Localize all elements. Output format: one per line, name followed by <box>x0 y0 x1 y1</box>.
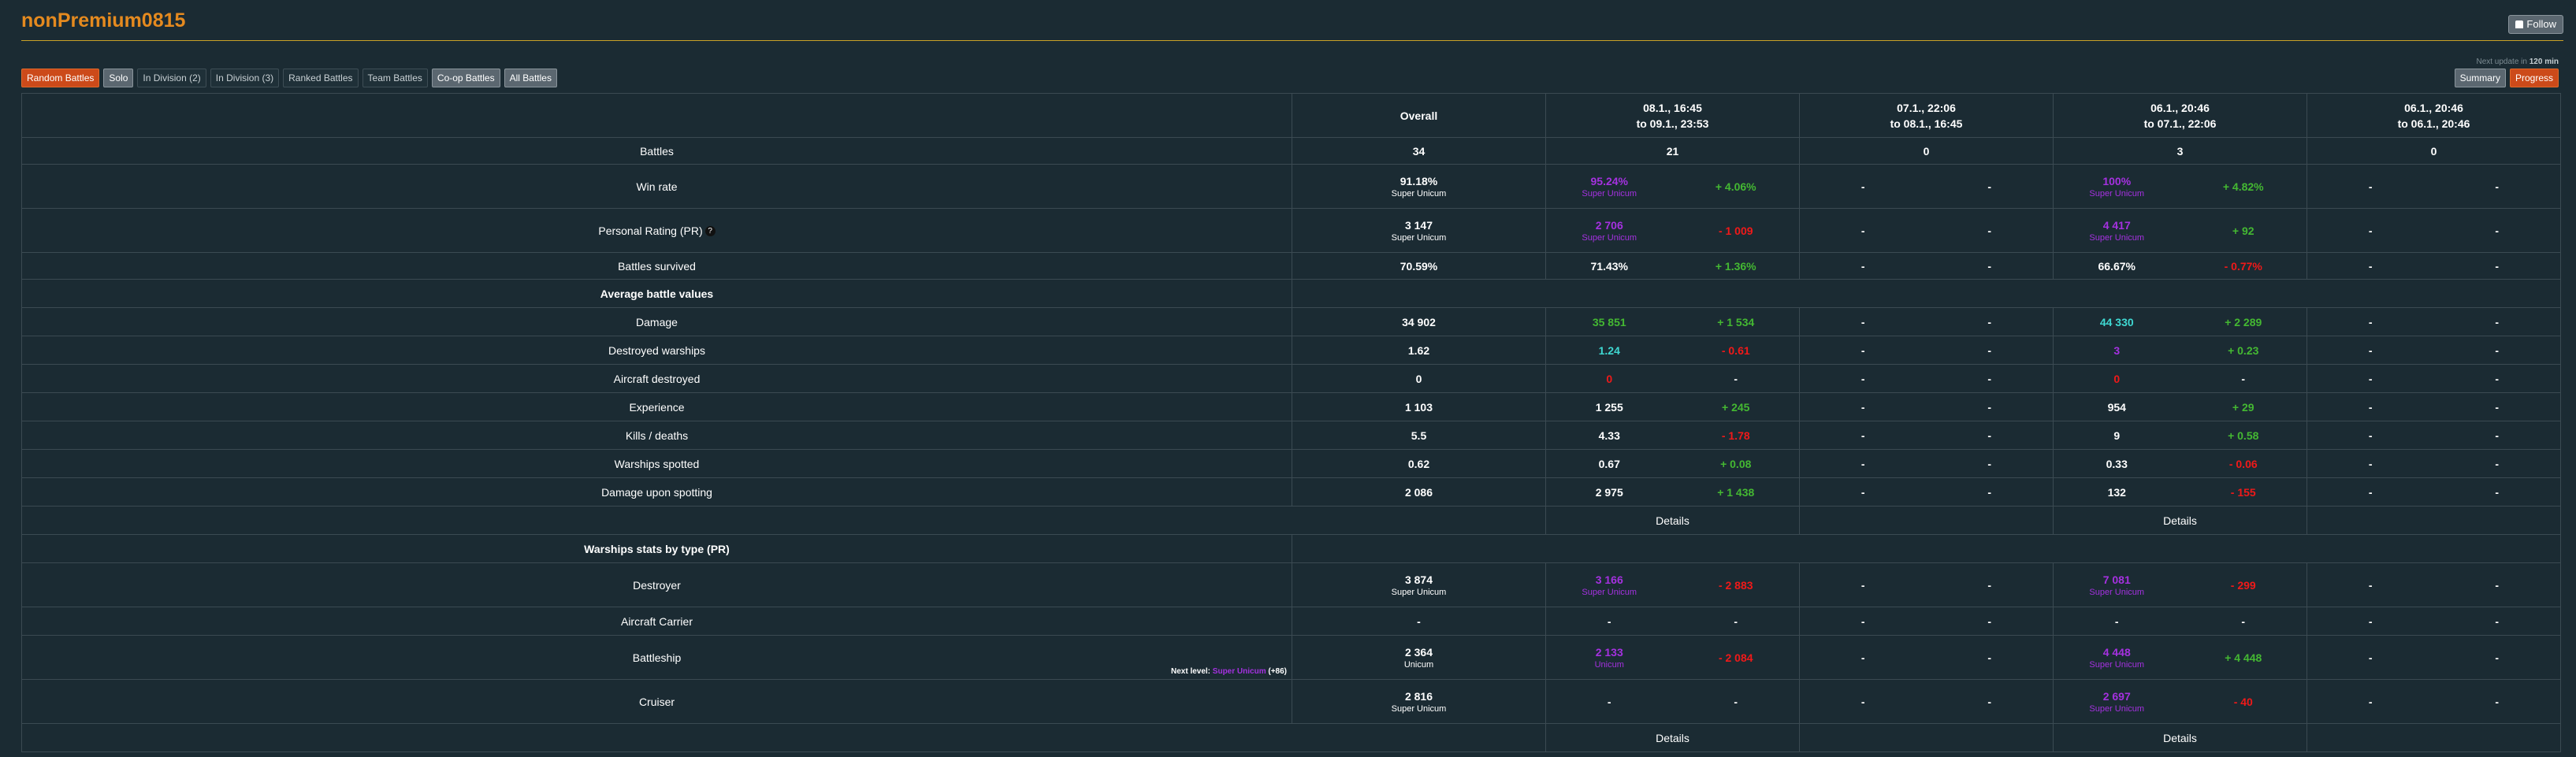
follow-button[interactable]: Follow <box>2508 15 2563 34</box>
row-details-2: Details Details <box>21 723 2561 752</box>
row-spotted: Warships spotted 0.62 0.67 + 0.08 -- 0.33… <box>21 449 2561 478</box>
col-overall: Overall <box>1292 93 1546 138</box>
filter-team-battles[interactable]: Team Battles <box>362 69 428 87</box>
details-link-types-period-1[interactable]: Details <box>1545 723 1800 752</box>
header-row: Overall 08.1., 16:45 to 09.1., 23:53 07.1… <box>21 93 2561 138</box>
filter-solo[interactable]: Solo <box>103 69 134 87</box>
details-link-period-1[interactable]: Details <box>1545 506 1800 535</box>
filter-all-battles[interactable]: All Battles <box>504 69 557 87</box>
details-link-types-period-3[interactable]: Details <box>2053 723 2307 752</box>
row-personal-rating: Personal Rating (PR)? 3 147 Super Unicum … <box>21 208 2561 253</box>
filter-random-battles[interactable]: Random Battles <box>21 69 100 87</box>
user-plus-icon <box>2515 20 2524 28</box>
row-survived: Battles survived 70.59% 71.43% + 1.36% --… <box>21 252 2561 280</box>
col-period-3: 06.1., 20:46 to 07.1., 22:06 <box>2053 93 2307 138</box>
row-winrate: Win rate 91.18% Super Unicum 95.24% Super … <box>21 164 2561 209</box>
col-period-2: 07.1., 22:06 to 08.1., 16:45 <box>1799 93 2054 138</box>
tab-summary[interactable]: Summary <box>2454 69 2506 87</box>
row-aircraft-carrier: Aircraft Carrier - -- -- -- -- <box>21 607 2561 636</box>
filter-division-2[interactable]: In Division (2) <box>137 69 206 87</box>
row-kills-deaths: Kills / deaths 5.5 4.33- 1.78 -- 9 + 0.58… <box>21 421 2561 450</box>
row-destroyer: Destroyer 3 874 Super Unicum 3 166 Super U… <box>21 562 2561 607</box>
page-title: nonPremium0815 <box>21 9 186 32</box>
tab-progress[interactable]: Progress <box>2509 69 2559 87</box>
row-damage-spotting: Damage upon spotting 2 086 2 975 + 1 438 … <box>21 477 2561 507</box>
section-average-values: Average battle values <box>21 279 2561 308</box>
follow-label: Follow <box>2526 18 2556 30</box>
row-cruiser: Cruiser 2 816 Super Unicum -- -- 2 697 Sup… <box>21 679 2561 724</box>
col-period-1: 08.1., 16:45 to 09.1., 23:53 <box>1545 93 1800 138</box>
next-level-note: Next level: Super Unicum (+86) <box>1170 667 1287 676</box>
title-divider <box>21 40 2563 41</box>
row-battleship: Battleship Next level: Super Unicum (+86… <box>21 635 2561 680</box>
row-destroyed: Destroyed warships 1.62 1.24- 0.61 -- 3 +… <box>21 336 2561 365</box>
filter-ranked-battles[interactable]: Ranked Battles <box>283 69 359 87</box>
row-experience: Experience 1 103 1 255 + 245 -- 954 + 29 -… <box>21 392 2561 421</box>
filter-coop-battles[interactable]: Co-op Battles <box>431 69 500 87</box>
info-icon[interactable]: ? <box>704 226 716 237</box>
row-details-1: Details Details <box>21 506 2561 535</box>
battle-type-filters: Random Battles Solo In Division (2) In D… <box>21 69 557 87</box>
next-update-text: Next update in 120 min <box>2476 58 2559 66</box>
col-period-4: 06.1., 20:46 to 06.1., 20:46 <box>2307 93 2561 138</box>
details-link-period-3[interactable]: Details <box>2053 506 2307 535</box>
row-damage: Damage 34 902 35 851 + 1 534 -- 44 330 + 2… <box>21 307 2561 336</box>
filter-division-3[interactable]: In Division (3) <box>210 69 280 87</box>
row-battles: Battles 34 21 0 3 0 <box>21 137 2561 165</box>
section-warship-types: Warships stats by type (PR) <box>21 534 2561 563</box>
view-tabs: Summary Progress <box>2454 69 2559 87</box>
stats-table: Overall 08.1., 16:45 to 09.1., 23:53 07.1… <box>21 93 2561 752</box>
row-aircraft: Aircraft destroyed 0 0- -- 0- -- <box>21 364 2561 393</box>
